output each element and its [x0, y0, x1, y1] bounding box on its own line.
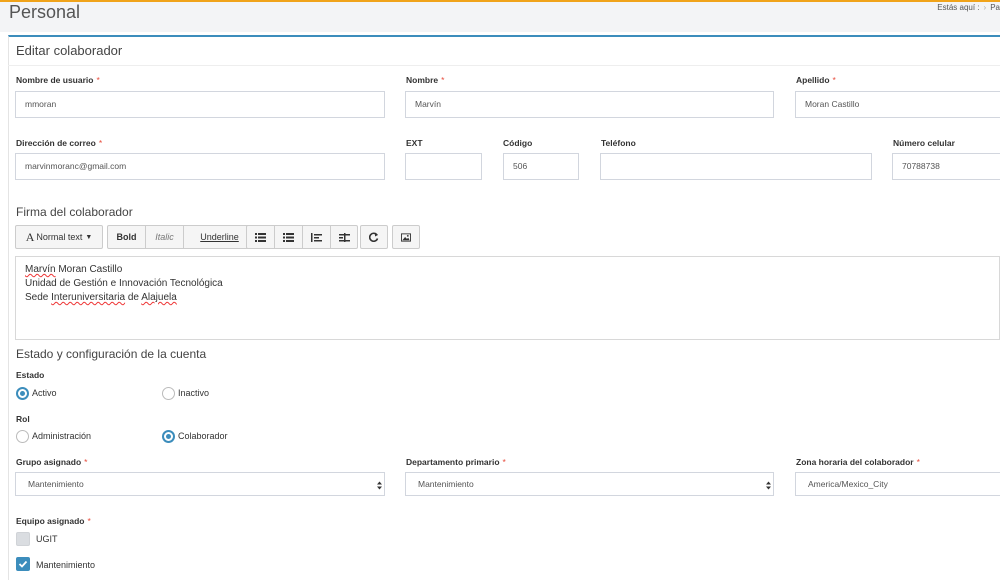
code-label: Código: [503, 138, 533, 148]
page-title: Personal: [9, 2, 81, 22]
outdent-button[interactable]: [303, 226, 331, 248]
ext-input[interactable]: [405, 153, 482, 180]
grupo-label: Grupo asignado *: [16, 457, 88, 467]
grupo-select[interactable]: Mantenimiento: [15, 472, 385, 496]
ext-label: EXT: [406, 138, 423, 148]
username-label: Nombre de usuario *: [16, 75, 100, 85]
breadcrumb-item[interactable]: Pa: [990, 3, 1000, 12]
panel-divider: [8, 65, 1000, 66]
estado-activo-radio[interactable]: [16, 387, 29, 400]
mobile-input[interactable]: 70788738: [892, 153, 1000, 180]
zona-select-value: America/Mexico_City: [808, 479, 888, 489]
select-arrows-icon: [766, 481, 771, 490]
breadcrumb-prefix: Estás aquí :: [937, 3, 980, 12]
font-icon: A: [25, 229, 35, 244]
first-name-label: Nombre *: [406, 75, 445, 85]
grupo-select-value: Mantenimiento: [28, 479, 84, 489]
signature-section-title: Firma del colaborador: [16, 205, 133, 219]
signature-editor[interactable]: Marvín Moran Castillo Unidad de Gestión …: [15, 256, 1000, 340]
departamento-select-value: Mantenimiento: [418, 479, 474, 489]
normal-text-label: Normal text: [36, 232, 83, 242]
unordered-list-icon: [255, 232, 266, 242]
select-arrows-icon: [377, 481, 382, 490]
estado-activo-label: Activo: [32, 388, 57, 398]
outdent-icon: [311, 232, 322, 242]
rol-colaborador-label: Colaborador: [178, 431, 228, 441]
normal-text-dropdown[interactable]: A Normal text ▼: [16, 226, 102, 248]
underline-button[interactable]: Underline: [184, 226, 255, 248]
last-name-label: Apellido *: [796, 75, 836, 85]
email-label: Dirección de correo *: [16, 138, 103, 148]
phone-label: Teléfono: [601, 138, 636, 148]
breadcrumb: Estás aquí : › Pa: [937, 3, 1000, 12]
ordered-list-button[interactable]: [275, 226, 303, 248]
estado-label: Estado: [16, 370, 45, 380]
list-group: [246, 225, 358, 249]
first-name-input[interactable]: Marvín: [405, 91, 774, 118]
indent-icon: [339, 232, 350, 242]
username-input[interactable]: mmoran: [15, 91, 385, 118]
phone-input[interactable]: [600, 153, 872, 180]
equipo-mantenimiento-checkbox[interactable]: [16, 557, 30, 571]
rol-administracion-label: Administración: [32, 431, 92, 441]
format-group: A Normal text ▼: [15, 225, 103, 249]
equipo-ugit-label: UGIT: [36, 534, 58, 544]
equipo-label: Equipo asignado *: [16, 516, 91, 526]
insert-image-button[interactable]: [393, 226, 419, 248]
signature-line-2: Unidad de Gestión e Innovación Tecnológi…: [25, 278, 223, 289]
equipo-mantenimiento-label: Mantenimiento: [36, 560, 96, 570]
unordered-list-button[interactable]: [247, 226, 275, 248]
check-icon: [18, 560, 28, 568]
page-header: Personal Estás aquí : › Pa: [0, 2, 1000, 32]
departamento-select[interactable]: Mantenimiento: [405, 472, 774, 496]
rol-label: Rol: [16, 414, 30, 424]
mobile-label: Número celular: [893, 138, 955, 148]
estado-inactivo-label: Inactivo: [178, 388, 210, 398]
signature-line-3: Sede Interuniversitaria de Alajuela: [25, 292, 177, 303]
zona-label: Zona horaria del colaborador *: [796, 457, 920, 467]
estado-inactivo-radio[interactable]: [162, 387, 175, 400]
text-style-group: Bold Italic Underline: [107, 225, 256, 249]
zona-select[interactable]: America/Mexico_City: [795, 472, 1000, 496]
account-section-title: Estado y configuración de la cuenta: [16, 347, 207, 361]
italic-button[interactable]: Italic: [146, 226, 184, 248]
image-icon: [401, 232, 411, 242]
rol-colaborador-radio[interactable]: [162, 430, 175, 443]
link-group: [360, 225, 388, 249]
bold-button[interactable]: Bold: [108, 226, 146, 248]
ordered-list-icon: [283, 232, 294, 242]
image-group: [392, 225, 420, 249]
departamento-label: Departamento primario *: [406, 457, 506, 467]
code-input[interactable]: 506: [503, 153, 579, 180]
breadcrumb-separator: ›: [983, 3, 987, 12]
last-name-input[interactable]: Moran Castillo: [795, 91, 1000, 118]
email-input[interactable]: marvinmoranc@gmail.com: [15, 153, 385, 180]
rol-administracion-radio[interactable]: [16, 430, 29, 443]
caret-down-icon: ▼: [85, 233, 93, 241]
signature-line-1: Marvín Moran Castillo: [25, 264, 123, 275]
indent-button[interactable]: [331, 226, 358, 248]
panel-title: Editar colaborador: [16, 43, 123, 58]
redo-icon: [369, 232, 379, 242]
equipo-ugit-checkbox[interactable]: [16, 532, 30, 546]
link-button[interactable]: [361, 226, 387, 248]
